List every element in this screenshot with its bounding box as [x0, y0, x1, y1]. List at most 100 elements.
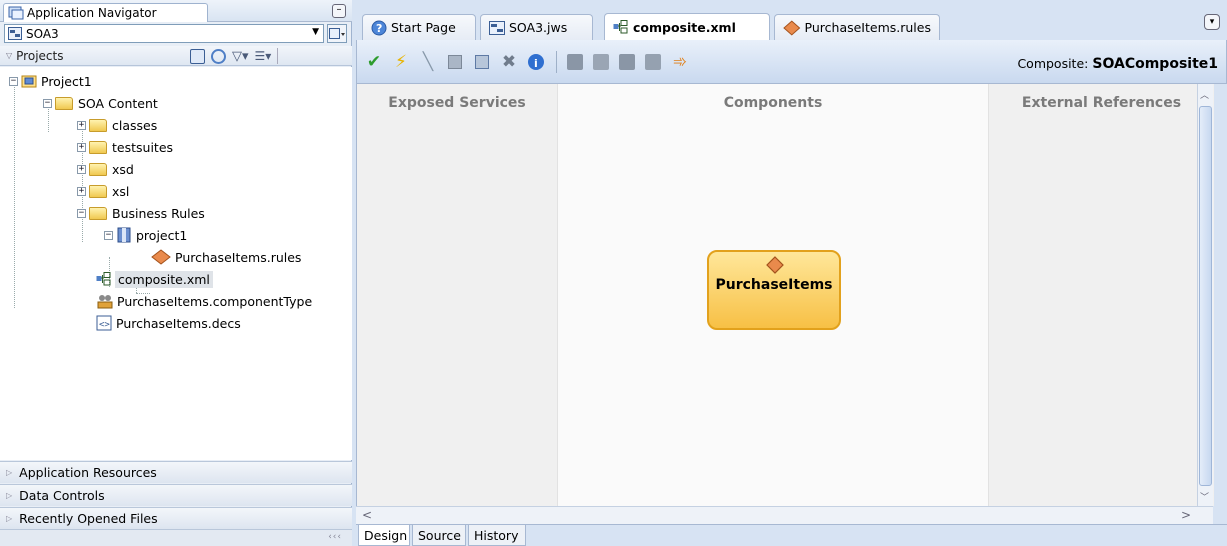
accordion-application-resources[interactable]: ▷ Application Resources — [0, 461, 352, 483]
lane-title: Components — [723, 95, 823, 111]
tree-item-rules-file[interactable]: PurchaseItems.rules — [150, 246, 301, 268]
business-rule-diamond-icon — [151, 249, 171, 265]
collapse-icon[interactable]: − — [104, 230, 113, 240]
tab-start-page[interactable]: ? Start Page — [362, 14, 476, 40]
validate-check-icon[interactable]: ✔ — [365, 52, 383, 72]
lane-external-references[interactable]: External References — [989, 84, 1214, 506]
application-selector[interactable]: SOA3 ▼ — [4, 24, 324, 43]
paste-icon[interactable] — [473, 53, 491, 71]
xml-file-icon: <> — [96, 315, 112, 331]
wire-icon[interactable]: ╲ — [419, 52, 437, 72]
tree-item-label: SOA Content — [78, 95, 158, 111]
horizontal-scrollbar[interactable]: < > — [356, 506, 1213, 524]
tree-item-label: testsuites — [112, 139, 174, 155]
tree-item-composite[interactable]: composite.xml — [96, 268, 213, 290]
delete-icon[interactable]: ✖ — [500, 52, 518, 72]
tab-label: Source — [418, 527, 461, 543]
grid-icon[interactable] — [619, 53, 635, 70]
accordion-recently-opened-files[interactable]: ▷ Recently Opened Files — [0, 507, 352, 529]
accordion-label: Data Controls — [19, 488, 105, 503]
layout-icon[interactable] — [593, 53, 609, 70]
application-menu-button[interactable] — [327, 24, 347, 43]
navigator-scrollbar[interactable]: ‹‹‹ — [0, 529, 352, 546]
collapse-icon[interactable]: − — [77, 208, 86, 218]
navigator-header: Application Navigator – — [0, 0, 352, 22]
tab-label: SOA3.jws — [509, 20, 568, 35]
tree-item-rules-project[interactable]: − project1 — [104, 224, 187, 246]
tree-item-label: PurchaseItems.decs — [116, 315, 241, 331]
tree-item-decs[interactable]: <> PurchaseItems.decs — [96, 312, 241, 334]
scroll-down-icon[interactable]: ﹀ — [1200, 490, 1209, 503]
tree-options-icon[interactable]: ☰▾ — [255, 49, 272, 63]
composite-toolbar: ✔ ⚡ ╲ ✖ i ➾ Composite: SOAComposite1 — [356, 40, 1227, 84]
projects-toolbar: ▽▾ ☰▾ — [190, 48, 279, 64]
chevron-down-icon: ▼ — [312, 27, 319, 37]
lightning-bolt-icon[interactable]: ⚡ — [392, 52, 410, 72]
composite-editor: ? Start Page SOA3.jws composite.xml Purc… — [356, 0, 1227, 546]
tree-item-label: Project1 — [41, 73, 92, 89]
tree-item-label: composite.xml — [115, 270, 213, 288]
scroll-right-icon[interactable]: > — [1181, 508, 1191, 522]
find-icon[interactable] — [190, 48, 205, 64]
expand-icon[interactable]: + — [77, 120, 86, 130]
export-icon[interactable] — [645, 53, 661, 70]
refresh-icon[interactable] — [211, 48, 226, 64]
tab-design[interactable]: Design — [358, 525, 410, 546]
tree-item-xsl[interactable]: + xsl — [77, 180, 129, 202]
tree-item-business-rules[interactable]: − Business Rules — [77, 202, 205, 224]
navigator-tab[interactable]: Application Navigator — [3, 3, 208, 22]
filter-icon[interactable]: ▽▾ — [232, 49, 249, 64]
accordion-data-controls[interactable]: ▷ Data Controls — [0, 484, 352, 506]
lane-exposed-services[interactable]: Exposed Services — [357, 84, 558, 506]
scroll-up-icon[interactable]: ︿ — [1200, 88, 1209, 101]
tree-item-project1[interactable]: − Project1 — [9, 70, 92, 92]
component-name: PurchaseItems — [715, 277, 833, 293]
component-purchaseitems[interactable]: PurchaseItems — [707, 250, 841, 330]
tree-item-xsd[interactable]: + xsd — [77, 158, 134, 180]
projects-section-header[interactable]: ▽ Projects ▽▾ ☰▾ — [0, 46, 352, 66]
tree-item-soa-content[interactable]: − SOA Content — [43, 92, 158, 114]
application-selector-row: SOA3 ▼ — [0, 22, 352, 46]
tab-purchaseitems-rules[interactable]: PurchaseItems.rules — [774, 14, 940, 40]
tree-item-component-type[interactable]: PurchaseItems.componentType — [96, 290, 312, 312]
tree-item-testsuites[interactable]: + testsuites — [77, 136, 173, 158]
scroll-left-icon[interactable]: ‹‹‹ — [328, 532, 342, 542]
collapse-icon[interactable]: − — [9, 76, 18, 86]
workspace-icon — [8, 27, 22, 40]
application-selector-value: SOA3 — [26, 26, 59, 41]
tab-label: Start Page — [391, 20, 456, 35]
composite-canvas[interactable]: Exposed Services Components External Ref… — [356, 84, 1214, 506]
info-icon[interactable]: i — [527, 53, 545, 71]
composite-prefix: Composite: — [1017, 56, 1089, 71]
tab-list-menu-icon[interactable]: ▾ — [1204, 14, 1220, 30]
folder-icon — [55, 96, 73, 110]
tree-item-label: xsd — [112, 161, 134, 177]
navigator-title: Application Navigator — [27, 6, 157, 20]
expand-icon[interactable]: + — [77, 142, 86, 152]
tab-composite-xml[interactable]: composite.xml — [604, 13, 770, 40]
application-menu-icon — [329, 27, 345, 39]
triangle-right-icon: ▷ — [6, 514, 13, 523]
expand-icon[interactable]: + — [77, 186, 86, 196]
tab-history[interactable]: History — [468, 525, 526, 546]
tab-source[interactable]: Source — [412, 525, 466, 546]
svg-text:?: ? — [376, 22, 382, 35]
tab-soa3-jws[interactable]: SOA3.jws — [480, 14, 593, 40]
expand-icon[interactable]: + — [77, 164, 86, 174]
minimize-icon[interactable]: – — [332, 4, 346, 18]
scrollbar-thumb[interactable] — [1199, 106, 1212, 486]
toolbar-divider — [277, 48, 279, 64]
copy-icon[interactable] — [446, 53, 464, 71]
svg-text:i: i — [534, 57, 538, 70]
projects-label: Projects — [16, 48, 64, 63]
triangle-down-icon: ▽ — [6, 51, 13, 60]
tree-item-label: classes — [112, 117, 158, 133]
vertical-scrollbar[interactable]: ︿ ﹀ — [1197, 84, 1213, 506]
scroll-left-icon[interactable]: < — [362, 508, 372, 522]
collapse-icon[interactable]: − — [43, 98, 52, 108]
lane-title: External References — [1021, 95, 1182, 111]
folder-icon — [89, 118, 107, 132]
deploy-icon[interactable]: ➾ — [671, 52, 689, 72]
tree-item-classes[interactable]: + classes — [77, 114, 157, 136]
align-icon[interactable] — [567, 53, 583, 70]
